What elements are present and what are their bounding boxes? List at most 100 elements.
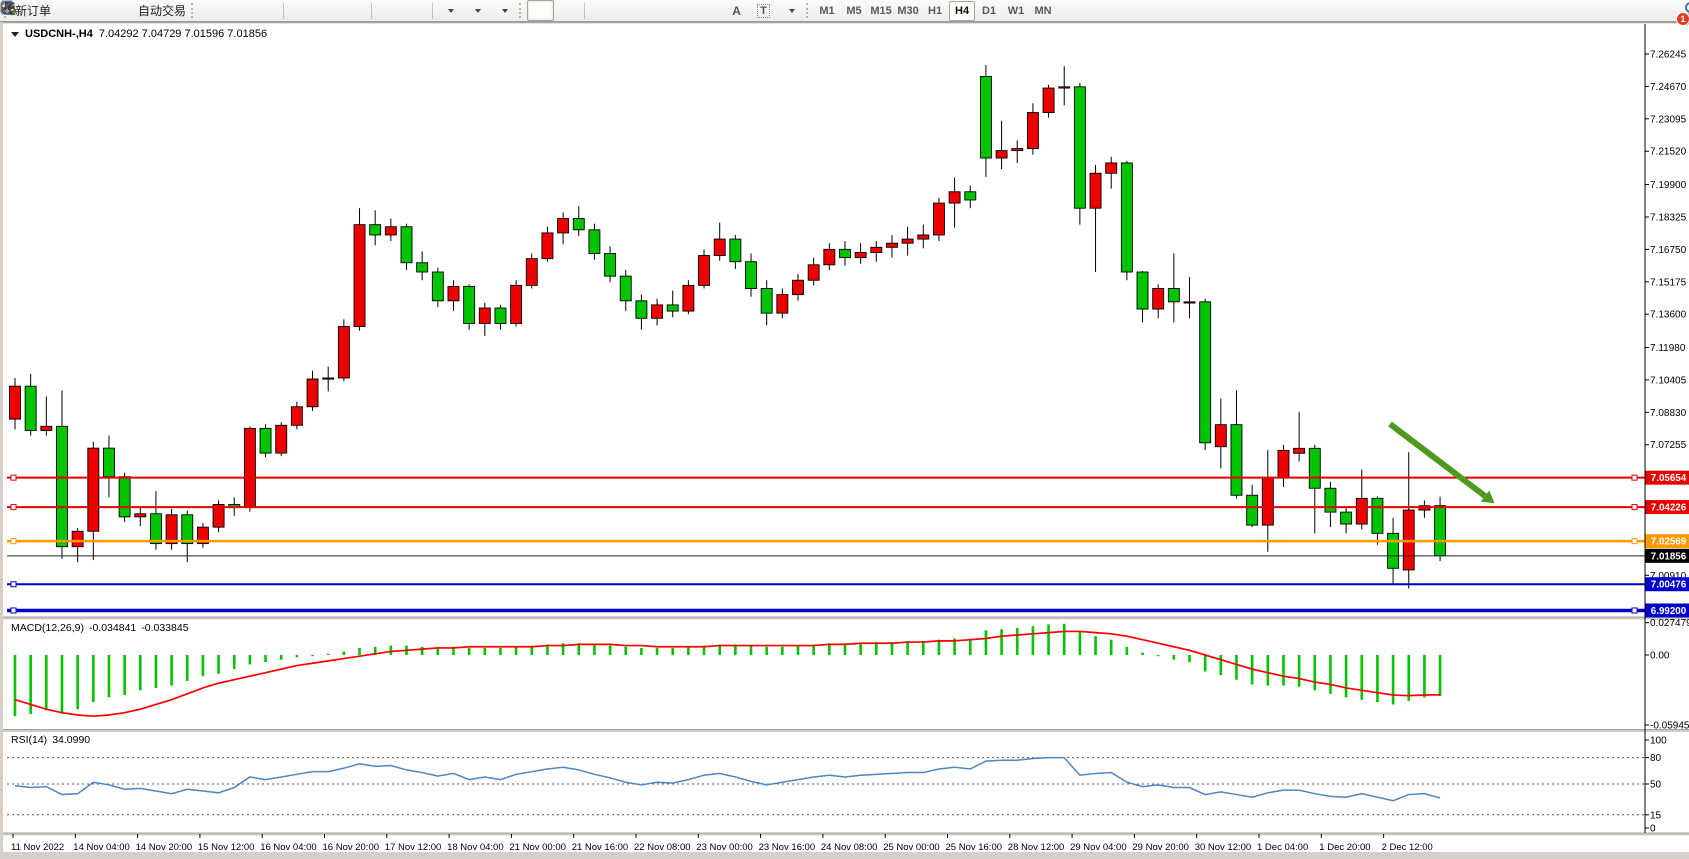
horizontal-line-tool-button[interactable]: [615, 0, 642, 21]
macd-histogram-bar: [217, 655, 220, 674]
templates-dropdown-caret: [502, 9, 508, 13]
svg-text:29 Nov 04:00: 29 Nov 04:00: [1070, 842, 1127, 853]
fibonacci-tool-button[interactable]: F: [696, 0, 723, 21]
channel-tool-button[interactable]: E: [669, 0, 696, 21]
hline-handle: [1632, 539, 1637, 544]
macd-histogram-bar: [1267, 655, 1270, 686]
macd-histogram-bar: [155, 655, 158, 688]
periods-button[interactable]: [463, 0, 490, 21]
macd-histogram-bar: [1173, 655, 1176, 660]
new-order-button[interactable]: 新订单: [12, 0, 54, 21]
timeframe-button-M15[interactable]: M15: [868, 1, 894, 21]
timeframe-button-M5[interactable]: M5: [841, 1, 867, 21]
macd-histogram-bar: [985, 630, 988, 655]
text-tool-button[interactable]: A: [723, 0, 750, 21]
arrow-shapes-icon: [0, 0, 14, 16]
rsi-indicator-label: RSI(14)34.0990: [11, 734, 90, 746]
symbol-dropdown-icon[interactable]: [11, 32, 19, 37]
macd-histogram-bar: [1079, 631, 1082, 655]
macd-histogram-bar: [311, 655, 314, 656]
macd-histogram-bar: [45, 655, 48, 710]
macd-main-value: -0.034841: [89, 622, 136, 634]
chart-shift-button[interactable]: [402, 0, 429, 21]
svg-text:23 Nov 16:00: 23 Nov 16:00: [759, 842, 816, 853]
macd-histogram-bar: [264, 655, 267, 662]
macd-histogram-bar: [1126, 647, 1129, 655]
svg-text:7.19900: 7.19900: [1650, 180, 1687, 191]
svg-text:100: 100: [1650, 736, 1667, 747]
timeframe-button-H4[interactable]: H4: [949, 1, 975, 21]
market-button[interactable]: [54, 0, 81, 21]
svg-text:29 Nov 20:00: 29 Nov 20:00: [1132, 842, 1189, 853]
price-badge: 7.02569: [1646, 534, 1689, 548]
svg-text:22 Nov 08:00: 22 Nov 08:00: [634, 842, 691, 853]
svg-text:23 Nov 00:00: 23 Nov 00:00: [696, 842, 753, 853]
mt4-application: 新订单 自动交易: [0, 0, 1689, 859]
macd-histogram-bar: [1376, 655, 1379, 702]
line-chart-button[interactable]: [253, 0, 280, 21]
price-badge: 7.01856: [1646, 549, 1689, 563]
trendline-tool-button[interactable]: [642, 0, 669, 21]
svg-text:7.11980: 7.11980: [1650, 343, 1686, 354]
bar-chart-button[interactable]: [199, 0, 226, 21]
tile-windows-button[interactable]: [341, 0, 368, 21]
macd-histogram-bar: [969, 639, 972, 655]
macd-histogram-bar: [1345, 655, 1348, 697]
vertical-line-tool-button[interactable]: [588, 0, 615, 21]
arrows-tool-button[interactable]: [777, 0, 804, 21]
svg-text:30 Nov 12:00: 30 Nov 12:00: [1195, 842, 1252, 853]
zoom-out-button[interactable]: [314, 0, 341, 21]
macd-histogram-bar: [1157, 655, 1160, 656]
macd-histogram-bar: [687, 647, 690, 655]
rsi-name: RSI(14): [11, 734, 47, 746]
svg-text:7.10405: 7.10405: [1650, 375, 1687, 386]
auto-scroll-button[interactable]: [375, 0, 402, 21]
new-chart-button[interactable]: [81, 0, 108, 21]
svg-text:24 Nov 08:00: 24 Nov 08:00: [821, 842, 878, 853]
arrows-dropdown-caret: [789, 9, 795, 13]
timeframe-button-M1[interactable]: M1: [814, 1, 840, 21]
svg-text:7.18325: 7.18325: [1650, 212, 1687, 223]
timeframe-button-W1[interactable]: W1: [1003, 1, 1029, 21]
timeframe-button-M30[interactable]: M30: [895, 1, 921, 21]
templates-button[interactable]: [490, 0, 517, 21]
macd-histogram-bar: [593, 644, 596, 655]
chart-canvas[interactable]: 7.262457.246707.230957.215207.199007.183…: [3, 22, 1689, 859]
toolbar: 新订单 自动交易: [0, 0, 1689, 22]
macd-histogram-bar: [1016, 628, 1019, 655]
svg-text:21 Nov 16:00: 21 Nov 16:00: [572, 842, 629, 853]
cursor-tool-button[interactable]: [527, 0, 554, 21]
chart-window[interactable]: 7.262457.246707.230957.215207.199007.183…: [0, 22, 1689, 859]
macd-histogram-bar: [186, 655, 189, 681]
toolbar-grip[interactable]: [191, 3, 197, 18]
macd-histogram-bar: [765, 647, 768, 655]
macd-histogram-bar: [92, 655, 95, 702]
indicators-button[interactable]: [436, 0, 463, 21]
text-label-tool-button[interactable]: T: [750, 0, 777, 21]
svg-text:7.02569: 7.02569: [1651, 537, 1687, 548]
macd-histogram-bar: [1392, 655, 1395, 704]
macd-histogram-bar: [609, 646, 612, 655]
macd-histogram-bar: [1313, 655, 1316, 690]
svg-text:7.04226: 7.04226: [1651, 503, 1687, 514]
text-label-tool-icon: T: [757, 4, 770, 18]
candlestick-chart-button[interactable]: [226, 0, 253, 21]
toolbar-grip[interactable]: [519, 3, 525, 18]
crosshair-tool-button[interactable]: [554, 0, 581, 21]
zoom-in-button[interactable]: [287, 0, 314, 21]
price-badge: 6.99200: [1646, 603, 1689, 617]
timeframe-button-H1[interactable]: H1: [922, 1, 948, 21]
timeframe-button-MN[interactable]: MN: [1030, 1, 1056, 21]
svg-text:7.15175: 7.15175: [1650, 277, 1687, 288]
toolbar-grip[interactable]: [806, 3, 812, 18]
macd-histogram-bar: [922, 641, 925, 655]
auto-trading-button[interactable]: 自动交易: [135, 0, 189, 21]
svg-text:25 Nov 00:00: 25 Nov 00:00: [883, 842, 940, 853]
svg-text:16 Nov 20:00: 16 Nov 20:00: [323, 842, 380, 853]
macd-histogram-bar: [249, 655, 252, 664]
timeframe-button-D1[interactable]: D1: [976, 1, 1002, 21]
chart-ohlc-values: 7.04292 7.04729 7.01596 7.01856: [99, 28, 267, 40]
price-badge: 7.00476: [1646, 577, 1689, 591]
price-badge: 7.05654: [1646, 471, 1689, 485]
signals-button[interactable]: [108, 0, 135, 21]
